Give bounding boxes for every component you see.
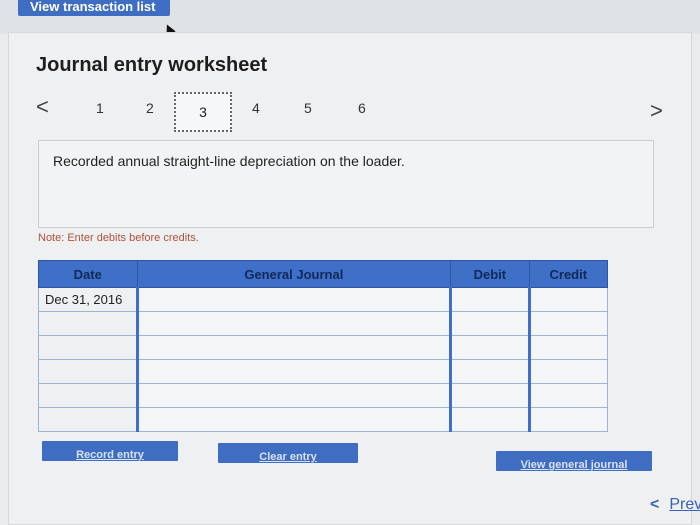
date-cell: Dec 31, 2016 (38, 287, 138, 312)
credit-input[interactable] (527, 311, 609, 336)
prev-link[interactable]: < Prev (650, 496, 700, 514)
entry-note: Note: Enter debits before credits. (38, 232, 199, 244)
transaction-description-text: Recorded annual straight-line depreciati… (53, 153, 405, 169)
date-cell (38, 383, 138, 408)
debit-column-header: Debit (450, 260, 530, 288)
chevron-left-icon: < (650, 496, 660, 513)
table-row: Dec 31, 2016 (38, 287, 609, 312)
pager-page-5[interactable]: 5 (304, 100, 312, 116)
prev-label: Prev (669, 496, 700, 513)
table-row (38, 407, 609, 432)
credit-column-header: Credit (528, 260, 609, 288)
pager-next-icon[interactable]: > (650, 98, 663, 124)
account-input[interactable] (135, 359, 452, 384)
table-row (38, 383, 609, 408)
view-transaction-list-button[interactable]: View transaction list (18, 0, 170, 16)
debit-input[interactable] (449, 383, 530, 408)
credit-input[interactable] (527, 335, 609, 360)
pager-page-1[interactable]: 1 (96, 100, 104, 116)
account-input[interactable] (135, 335, 452, 360)
account-input[interactable] (135, 383, 452, 408)
record-entry-button[interactable]: Record entry (42, 441, 178, 461)
clear-entry-button[interactable]: Clear entry (218, 443, 358, 463)
debit-input[interactable] (449, 407, 530, 432)
table-header-row: Date General Journal Debit Credit (38, 260, 609, 288)
credit-input[interactable] (527, 287, 609, 312)
date-cell (38, 359, 138, 384)
general-journal-column-header: General Journal (136, 260, 452, 288)
account-input[interactable] (135, 407, 452, 432)
account-input[interactable] (135, 287, 452, 312)
top-bar: View transaction list (0, 0, 700, 34)
debit-input[interactable] (449, 311, 530, 336)
pager-page-2[interactable]: 2 (146, 100, 154, 116)
pager-page-3-active[interactable]: 3 (174, 92, 232, 132)
date-cell (38, 311, 138, 336)
table-row (38, 359, 609, 384)
date-cell (38, 335, 138, 360)
journal-entry-table: Date General Journal Debit Credit Dec 31… (38, 260, 609, 432)
page-title: Journal entry worksheet (36, 54, 268, 76)
pager-page-6[interactable]: 6 (358, 100, 366, 116)
debit-input[interactable] (449, 287, 530, 312)
table-row (38, 311, 609, 336)
debit-input[interactable] (449, 335, 530, 360)
date-cell (38, 407, 138, 432)
account-input[interactable] (135, 311, 452, 336)
worksheet-pager: < 1 2 3 4 5 6 > (34, 92, 674, 132)
debit-input[interactable] (449, 359, 530, 384)
pager-page-4[interactable]: 4 (252, 100, 260, 116)
pager-prev-icon[interactable]: < (36, 94, 49, 120)
credit-input[interactable] (527, 383, 609, 408)
credit-input[interactable] (527, 359, 609, 384)
transaction-description: Recorded annual straight-line depreciati… (38, 140, 654, 228)
table-row (38, 335, 609, 360)
date-column-header: Date (38, 260, 138, 288)
credit-input[interactable] (527, 407, 609, 432)
view-general-journal-button[interactable]: View general journal (496, 451, 652, 471)
